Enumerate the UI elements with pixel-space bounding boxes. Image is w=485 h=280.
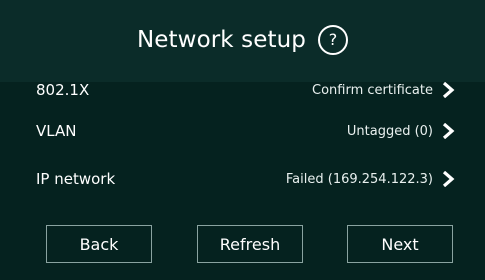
network-setup-screen: Network setup ? 802.1X Confirm certifica… <box>0 0 485 280</box>
help-icon[interactable]: ? <box>317 25 348 55</box>
chevron-right-icon <box>442 82 455 98</box>
page-title: Network setup <box>137 27 306 53</box>
back-button[interactable]: Back <box>46 225 152 263</box>
setting-row-8021x[interactable]: 802.1X Confirm certificate <box>0 70 485 110</box>
setting-label: IP network <box>36 170 116 188</box>
setting-value: Confirm certificate <box>312 82 433 98</box>
next-button[interactable]: Next <box>347 225 453 263</box>
setting-row-vlan[interactable]: VLAN Untagged (0) <box>0 111 485 151</box>
chevron-right-icon <box>442 171 455 187</box>
chevron-right-icon <box>442 123 455 139</box>
setting-label: VLAN <box>36 122 77 140</box>
setting-row-ip-network[interactable]: IP network Failed (169.254.122.3) <box>0 159 485 199</box>
refresh-button[interactable]: Refresh <box>197 225 303 263</box>
setting-value: Untagged (0) <box>346 123 433 139</box>
setting-value: Failed (169.254.122.3) <box>285 171 433 187</box>
setting-label: 802.1X <box>36 81 90 99</box>
title-area: Network setup ? <box>0 20 485 60</box>
